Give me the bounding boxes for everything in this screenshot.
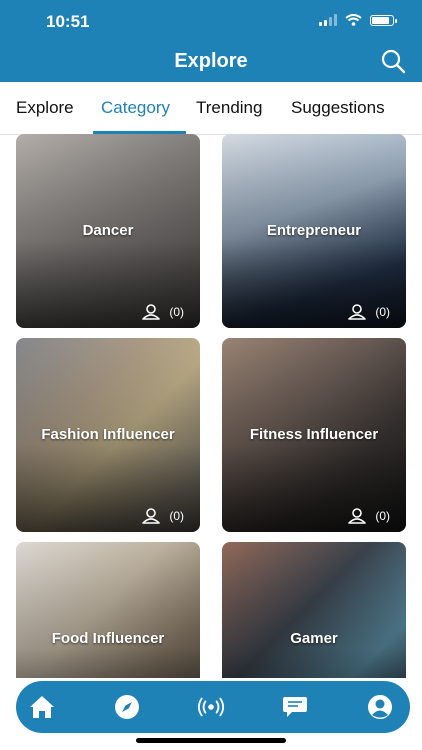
category-grid: Dancer (0) Entrepreneur (0) Fashion Infl…	[0, 134, 422, 678]
nav-home[interactable]	[28, 693, 56, 721]
battery-icon	[370, 14, 397, 26]
follower-count: (0)	[141, 304, 184, 320]
nav-explore[interactable]	[113, 693, 141, 721]
wifi-icon	[345, 14, 362, 26]
tab-explore[interactable]: Explore	[16, 98, 74, 118]
follower-count-value: (0)	[375, 509, 390, 523]
tab-bar: Explore Category Trending Suggestions	[0, 82, 422, 135]
home-icon	[30, 696, 54, 718]
follower-count-value: (0)	[169, 509, 184, 523]
compass-icon	[115, 695, 139, 719]
category-name: Entrepreneur	[266, 222, 362, 239]
tab-suggestions[interactable]: Suggestions	[291, 98, 385, 118]
user-icon	[348, 304, 367, 320]
category-card-dancer[interactable]: Dancer (0)	[16, 134, 200, 328]
follower-count-value: (0)	[169, 305, 184, 319]
category-card-gamer[interactable]: Gamer	[222, 542, 406, 678]
home-indicator	[136, 738, 286, 743]
follower-count-value: (0)	[375, 305, 390, 319]
page-title: Explore	[174, 50, 248, 72]
follower-count: (0)	[141, 508, 184, 524]
nav-live[interactable]	[197, 693, 225, 721]
bottom-nav	[16, 681, 410, 733]
nav-profile[interactable]	[366, 693, 394, 721]
chat-icon	[283, 697, 307, 717]
category-name: Gamer	[290, 630, 338, 647]
nav-messages[interactable]	[281, 693, 309, 721]
search-button[interactable]	[380, 48, 406, 74]
user-icon	[348, 508, 367, 524]
category-card-food-influencer[interactable]: Food Influencer	[16, 542, 200, 678]
user-icon	[142, 508, 161, 524]
category-card-fitness-influencer[interactable]: Fitness Influencer (0)	[222, 338, 406, 532]
category-name: Fashion Influencer	[41, 426, 175, 443]
category-name: Food Influencer	[51, 630, 165, 647]
tab-trending[interactable]: Trending	[196, 98, 262, 118]
broadcast-icon	[197, 697, 225, 717]
category-card-fashion-influencer[interactable]: Fashion Influencer (0)	[16, 338, 200, 532]
tab-category[interactable]: Category	[101, 98, 170, 118]
status-time: 10:51	[46, 12, 90, 31]
category-card-entrepreneur[interactable]: Entrepreneur (0)	[222, 134, 406, 328]
category-name: Dancer	[82, 222, 134, 239]
status-icons	[319, 14, 397, 26]
signal-icon	[319, 14, 337, 26]
user-icon	[142, 304, 161, 320]
app-header: 10:51 Explore	[0, 0, 422, 82]
follower-count: (0)	[347, 304, 390, 320]
profile-icon	[368, 695, 392, 719]
follower-count: (0)	[347, 508, 390, 524]
category-name: Fitness Influencer	[249, 426, 379, 443]
search-icon	[381, 49, 406, 74]
